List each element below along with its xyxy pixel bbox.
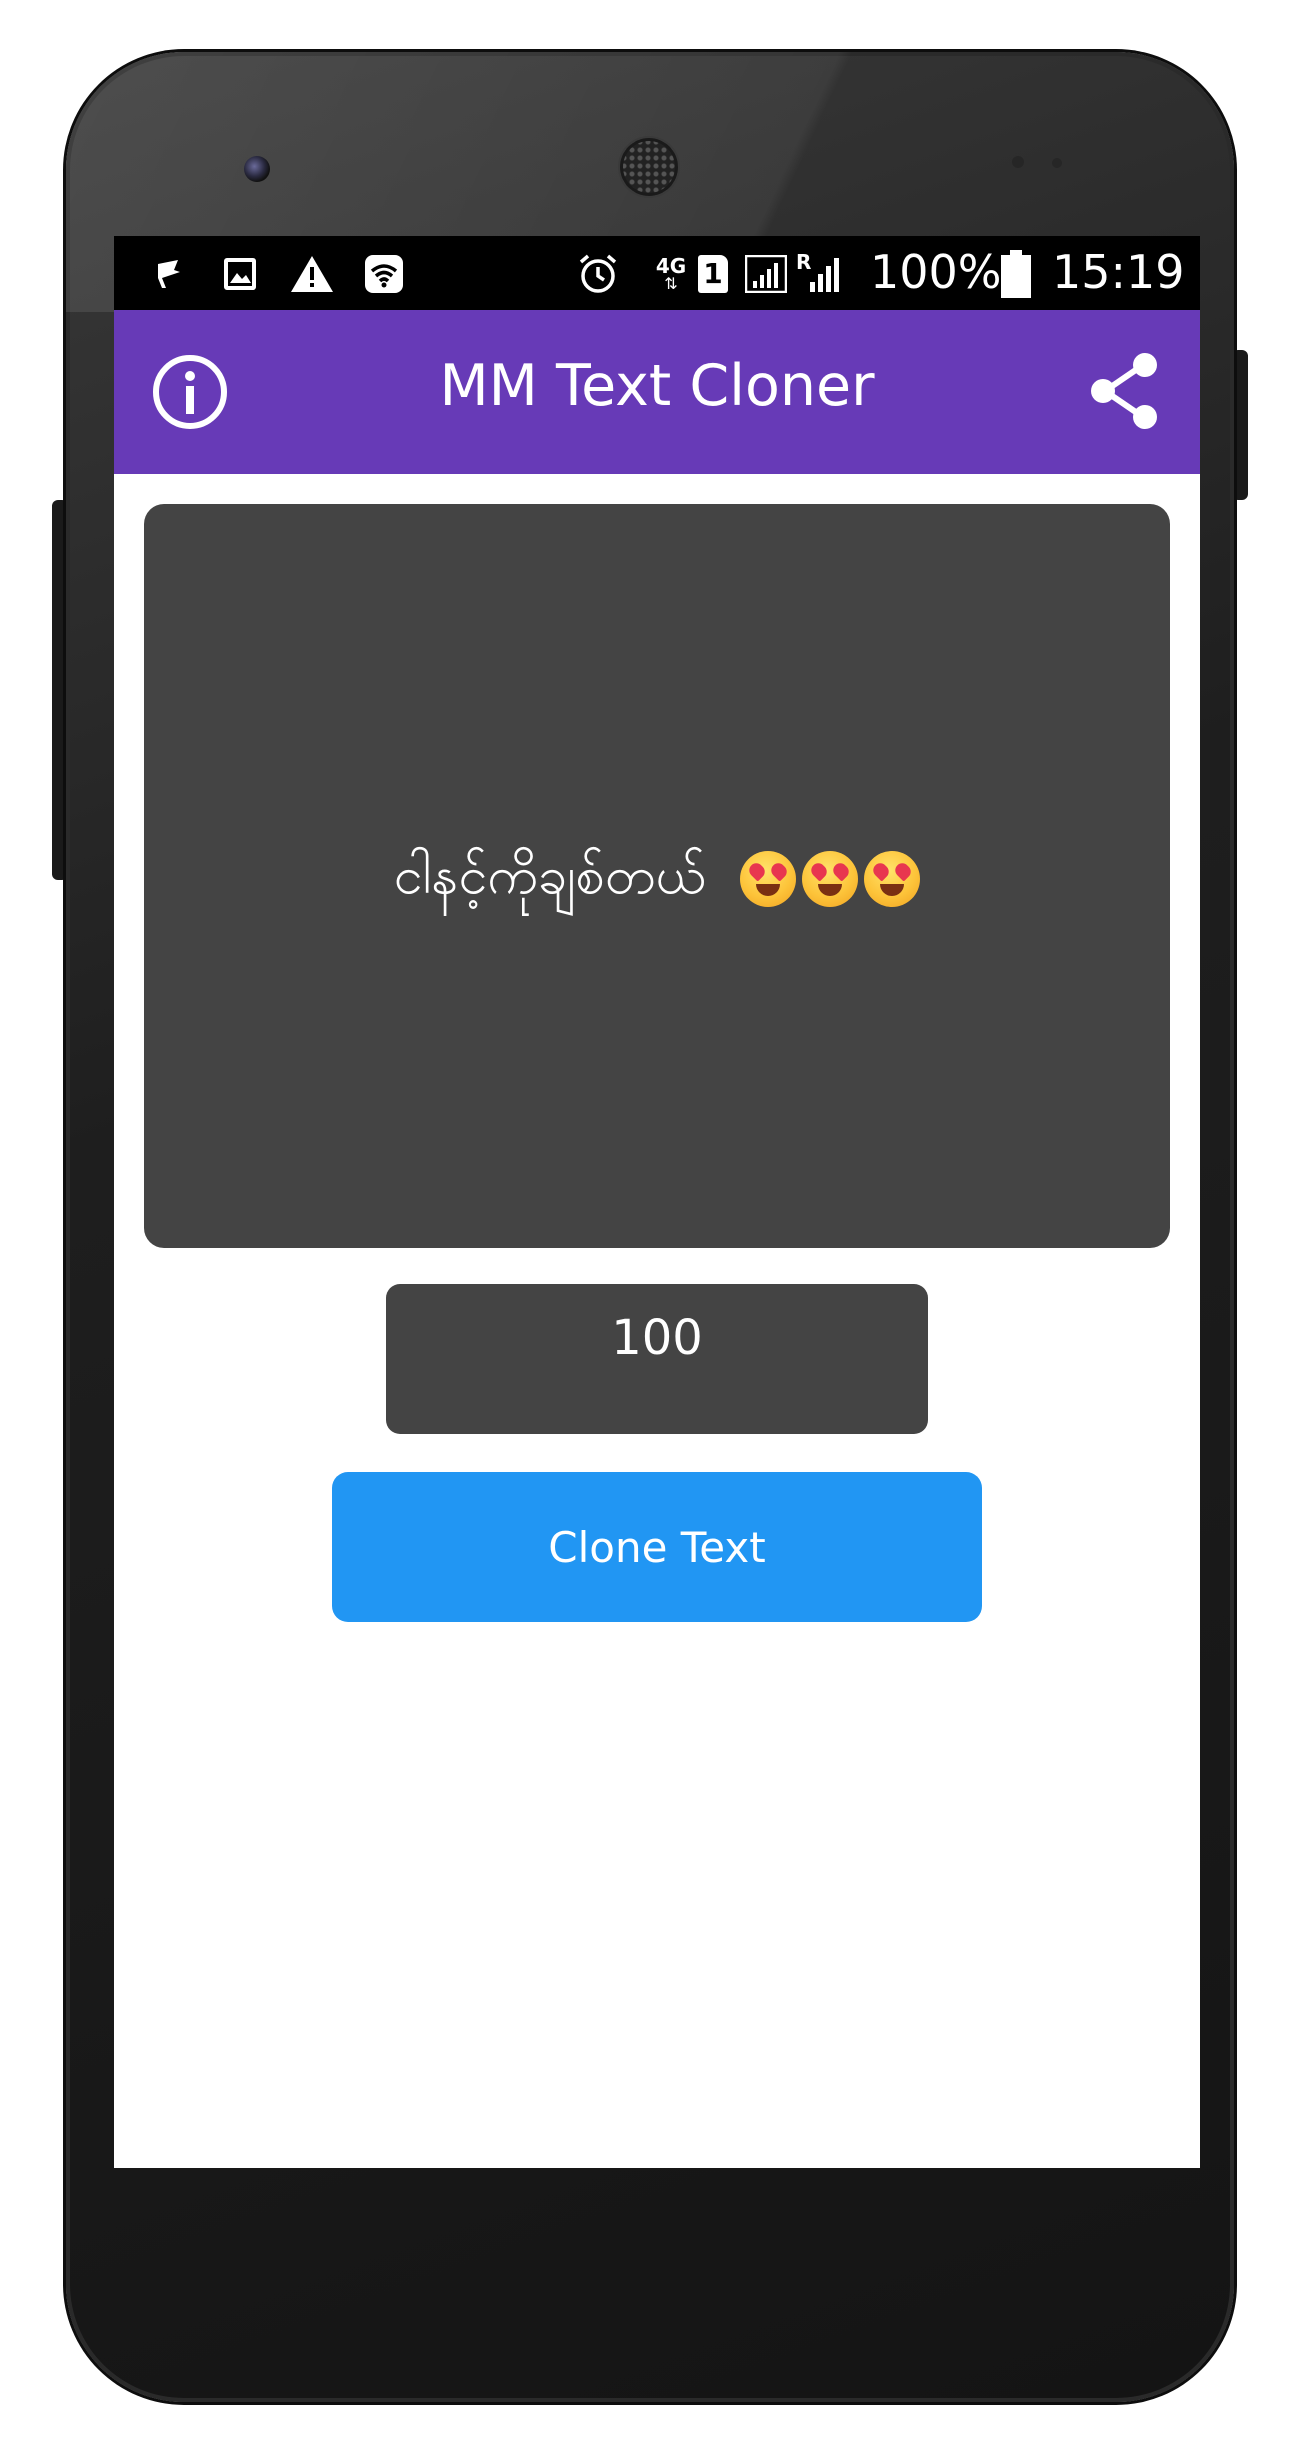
roaming-label: R bbox=[796, 250, 812, 274]
network-label: 4G bbox=[655, 254, 687, 278]
front-camera bbox=[244, 156, 270, 182]
image-icon bbox=[220, 254, 260, 294]
app-bar: MM Text Cloner bbox=[114, 310, 1200, 474]
signal-icon bbox=[744, 254, 788, 294]
light-sensor bbox=[1052, 158, 1062, 168]
clone-count-input[interactable]: 100 bbox=[386, 1284, 928, 1434]
share-button[interactable] bbox=[1082, 348, 1168, 434]
text-display-panel: ငါနင့်ကိုချစ်တယ် bbox=[144, 504, 1170, 1248]
network-4g-icon: 4G ⇅ bbox=[655, 254, 687, 293]
battery-percent: 100% bbox=[870, 245, 1002, 299]
emoji-row bbox=[740, 851, 921, 907]
clock: 15:19 bbox=[1052, 245, 1185, 299]
display-text: ငါနင့်ကိုချစ်တယ် bbox=[393, 846, 706, 906]
wifi-icon bbox=[364, 254, 404, 294]
status-bar: 4G ⇅ 1 R 100% 15:19 bbox=[114, 236, 1200, 310]
heart-eyes-emoji-icon bbox=[802, 851, 859, 907]
notification-flag-icon bbox=[152, 254, 186, 294]
display-text-line: ငါနင့်ကိုချစ်တယ် bbox=[394, 841, 921, 911]
heart-eyes-emoji-icon bbox=[740, 851, 797, 907]
share-icon bbox=[1091, 353, 1157, 429]
proximity-sensor bbox=[1012, 156, 1024, 168]
sim-label: 1 bbox=[698, 255, 728, 293]
phone-screen: 4G ⇅ 1 R 100% 15:19 MM Text Cloner ငါနင့… bbox=[114, 236, 1200, 2168]
roaming-signal-icon: R bbox=[796, 250, 844, 294]
alarm-icon bbox=[576, 254, 620, 294]
power-button bbox=[1232, 350, 1248, 500]
clone-text-button[interactable]: Clone Text bbox=[332, 1472, 982, 1622]
sim-1-icon: 1 bbox=[696, 254, 730, 294]
battery-icon bbox=[1000, 250, 1032, 298]
warning-icon bbox=[290, 254, 334, 294]
clone-button-label: Clone Text bbox=[548, 1522, 766, 1572]
earpiece-speaker bbox=[620, 138, 678, 196]
app-title: MM Text Cloner bbox=[439, 353, 875, 419]
heart-eyes-emoji-icon bbox=[864, 851, 921, 907]
